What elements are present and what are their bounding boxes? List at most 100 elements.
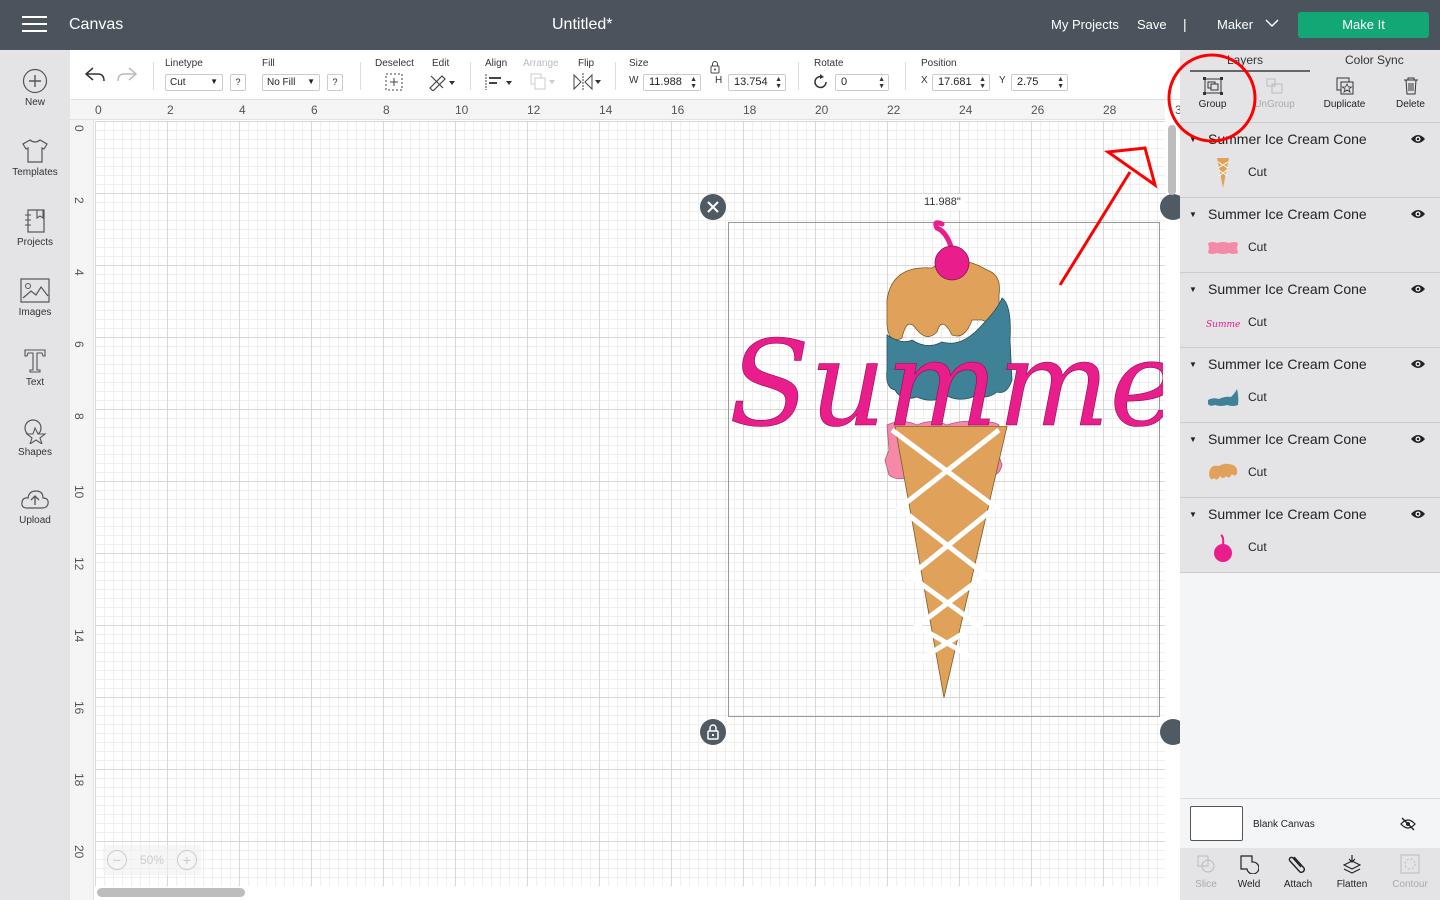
undo-icon[interactable] xyxy=(84,66,106,84)
document-title: Untitled* xyxy=(552,16,613,33)
contour-button[interactable]: Contour xyxy=(1384,848,1436,900)
design-canvas[interactable]: 0 2 4 6 8 10 12 14 16 18 20 22 24 26 28 3 0 2 4 6 8 10 12 14 16… xyxy=(70,100,1180,900)
summer-text-thumbnail: Summer xyxy=(1206,320,1241,330)
eye-icon[interactable] xyxy=(1410,508,1426,520)
linetype-select[interactable]: Cut ▼ xyxy=(165,74,223,91)
flip-icon[interactable] xyxy=(572,73,602,91)
stepper-icon[interactable]: ▲ ▼ xyxy=(878,76,885,90)
height-input[interactable]: 13.754 ▲ ▼ xyxy=(728,74,786,91)
sidebar-item-upload[interactable]: Upload xyxy=(0,488,70,548)
hamburger-menu-icon[interactable] xyxy=(22,16,47,34)
deselect-icon[interactable] xyxy=(385,73,403,91)
ruler-tick-label: 2 xyxy=(167,103,174,117)
layer-item[interactable]: ▼ Summer Ice Cream Cone Cut xyxy=(1180,423,1440,498)
y-position-input[interactable]: 2.75 ▲ ▼ xyxy=(1011,74,1068,91)
blank-canvas-label: Blank Canvas xyxy=(1253,819,1315,830)
teal-scoop-thumbnail xyxy=(1208,389,1239,406)
sidebar-item-templates[interactable]: Templates xyxy=(0,138,70,198)
sidebar-item-images[interactable]: Images xyxy=(0,278,70,338)
sidebar-item-shapes[interactable]: Shapes xyxy=(0,418,70,478)
ruler-tick-label: 2 xyxy=(72,197,86,204)
zoom-control: − 50% + xyxy=(103,845,201,875)
duplicate-icon xyxy=(1336,77,1353,95)
make-it-button[interactable]: Make It xyxy=(1298,12,1429,38)
flatten-button[interactable]: Flatten xyxy=(1326,848,1378,900)
machine-selector[interactable]: Maker xyxy=(1217,17,1253,32)
vertical-scrollbar[interactable] xyxy=(1168,125,1176,195)
linetype-help-button[interactable]: ? xyxy=(230,74,246,91)
ruler-vertical: 0 2 4 6 8 10 12 14 16 18 20 xyxy=(70,120,94,900)
deselect-label: Deselect xyxy=(375,58,414,69)
delete-handle[interactable] xyxy=(700,194,726,220)
eye-hidden-icon[interactable] xyxy=(1400,817,1416,831)
horizontal-scrollbar[interactable] xyxy=(97,888,245,897)
stepper-icon[interactable]: ▲ ▼ xyxy=(690,76,697,90)
ungroup-button[interactable]: UnGroup xyxy=(1242,72,1307,122)
x-position-input[interactable]: 17.681 ▲ ▼ xyxy=(932,74,990,91)
eye-icon[interactable] xyxy=(1410,208,1426,220)
resize-handle[interactable] xyxy=(1160,719,1180,745)
redo-icon[interactable] xyxy=(116,66,138,84)
duplicate-button[interactable]: Duplicate xyxy=(1312,72,1377,122)
layer-item[interactable]: ▼ Summer Ice Cream Cone Cut xyxy=(1180,498,1440,573)
caret-down-icon[interactable]: ▼ xyxy=(1189,135,1197,144)
ruler-tick-label: 0 xyxy=(95,103,102,117)
group-button[interactable]: Group xyxy=(1180,72,1245,122)
fill-label: Fill xyxy=(262,58,275,69)
tab-color-sync[interactable]: Color Sync xyxy=(1345,53,1404,67)
caret-down-icon[interactable]: ▼ xyxy=(1189,510,1197,519)
stepper-icon[interactable]: ▲ ▼ xyxy=(979,76,986,90)
caret-down-icon[interactable]: ▼ xyxy=(1189,360,1197,369)
lock-proportions-icon[interactable] xyxy=(708,60,722,74)
zoom-out-button[interactable]: − xyxy=(107,850,127,870)
sidebar-item-text[interactable]: Text xyxy=(0,348,70,408)
my-projects-link[interactable]: My Projects xyxy=(1051,17,1119,32)
rotate-input[interactable]: 0 ▲ ▼ xyxy=(835,74,889,91)
lock-handle[interactable] xyxy=(700,719,726,745)
caret-down-icon[interactable]: ▼ xyxy=(1189,210,1197,219)
layer-item[interactable]: ▼ Summer Ice Cream Cone Cut xyxy=(1180,123,1440,198)
layer-item[interactable]: ▼ Summer Ice Cream Cone Cut xyxy=(1180,198,1440,273)
align-icon[interactable] xyxy=(485,74,513,90)
attach-label: Attach xyxy=(1283,879,1313,890)
sidebar-item-projects[interactable]: Projects xyxy=(0,208,70,268)
layer-name: Summer Ice Cream Cone xyxy=(1208,356,1367,372)
weld-button[interactable]: Weld xyxy=(1223,848,1275,900)
blank-canvas-swatch[interactable] xyxy=(1190,806,1243,841)
ruler-tick-label: 4 xyxy=(239,103,246,117)
rotate-label: Rotate xyxy=(814,58,844,69)
rotate-icon xyxy=(814,74,827,89)
eye-icon[interactable] xyxy=(1410,433,1426,445)
caret-down-icon[interactable]: ▼ xyxy=(1189,285,1197,294)
fill-select[interactable]: No Fill ▼ xyxy=(262,74,320,91)
chevron-down-icon[interactable] xyxy=(1265,18,1279,28)
arrange-icon[interactable] xyxy=(530,73,556,91)
x-label: X xyxy=(921,75,928,86)
save-link[interactable]: Save xyxy=(1137,17,1167,32)
width-input[interactable]: 11.988 ▲ ▼ xyxy=(643,74,701,91)
tab-layers[interactable]: Layers xyxy=(1227,53,1263,67)
zoom-in-button[interactable]: + xyxy=(177,850,197,870)
ice-cream-design[interactable]: Summer xyxy=(727,220,1163,720)
rotate-value: 0 xyxy=(841,76,848,88)
sidebar-label: Upload xyxy=(19,515,51,526)
eye-icon[interactable] xyxy=(1410,358,1426,370)
attach-button[interactable]: Attach xyxy=(1272,848,1324,900)
caret-down-icon[interactable]: ▼ xyxy=(1189,435,1197,444)
eye-icon[interactable] xyxy=(1410,283,1426,295)
layer-item[interactable]: ▼ Summer Ice Cream Cone Cut xyxy=(1180,348,1440,423)
dropdown-arrow-icon: ▼ xyxy=(307,77,315,86)
delete-button[interactable]: Delete xyxy=(1378,72,1440,122)
image-icon xyxy=(20,278,50,303)
layer-item[interactable]: ▼ Summer Ice Cream Cone Summer Cut xyxy=(1180,273,1440,348)
rotate-handle[interactable] xyxy=(1160,194,1180,220)
cherry-thumbnail xyxy=(1214,534,1232,562)
sidebar-item-new[interactable]: New xyxy=(0,68,70,128)
height-value: 13.754 xyxy=(734,76,768,88)
edit-icon[interactable] xyxy=(428,73,456,91)
fill-help-button[interactable]: ? xyxy=(327,74,343,91)
stepper-icon[interactable]: ▲ ▼ xyxy=(1057,76,1064,90)
eye-icon[interactable] xyxy=(1410,133,1426,145)
layer-operation: Cut xyxy=(1248,540,1267,554)
stepper-icon[interactable]: ▲ ▼ xyxy=(775,76,782,90)
